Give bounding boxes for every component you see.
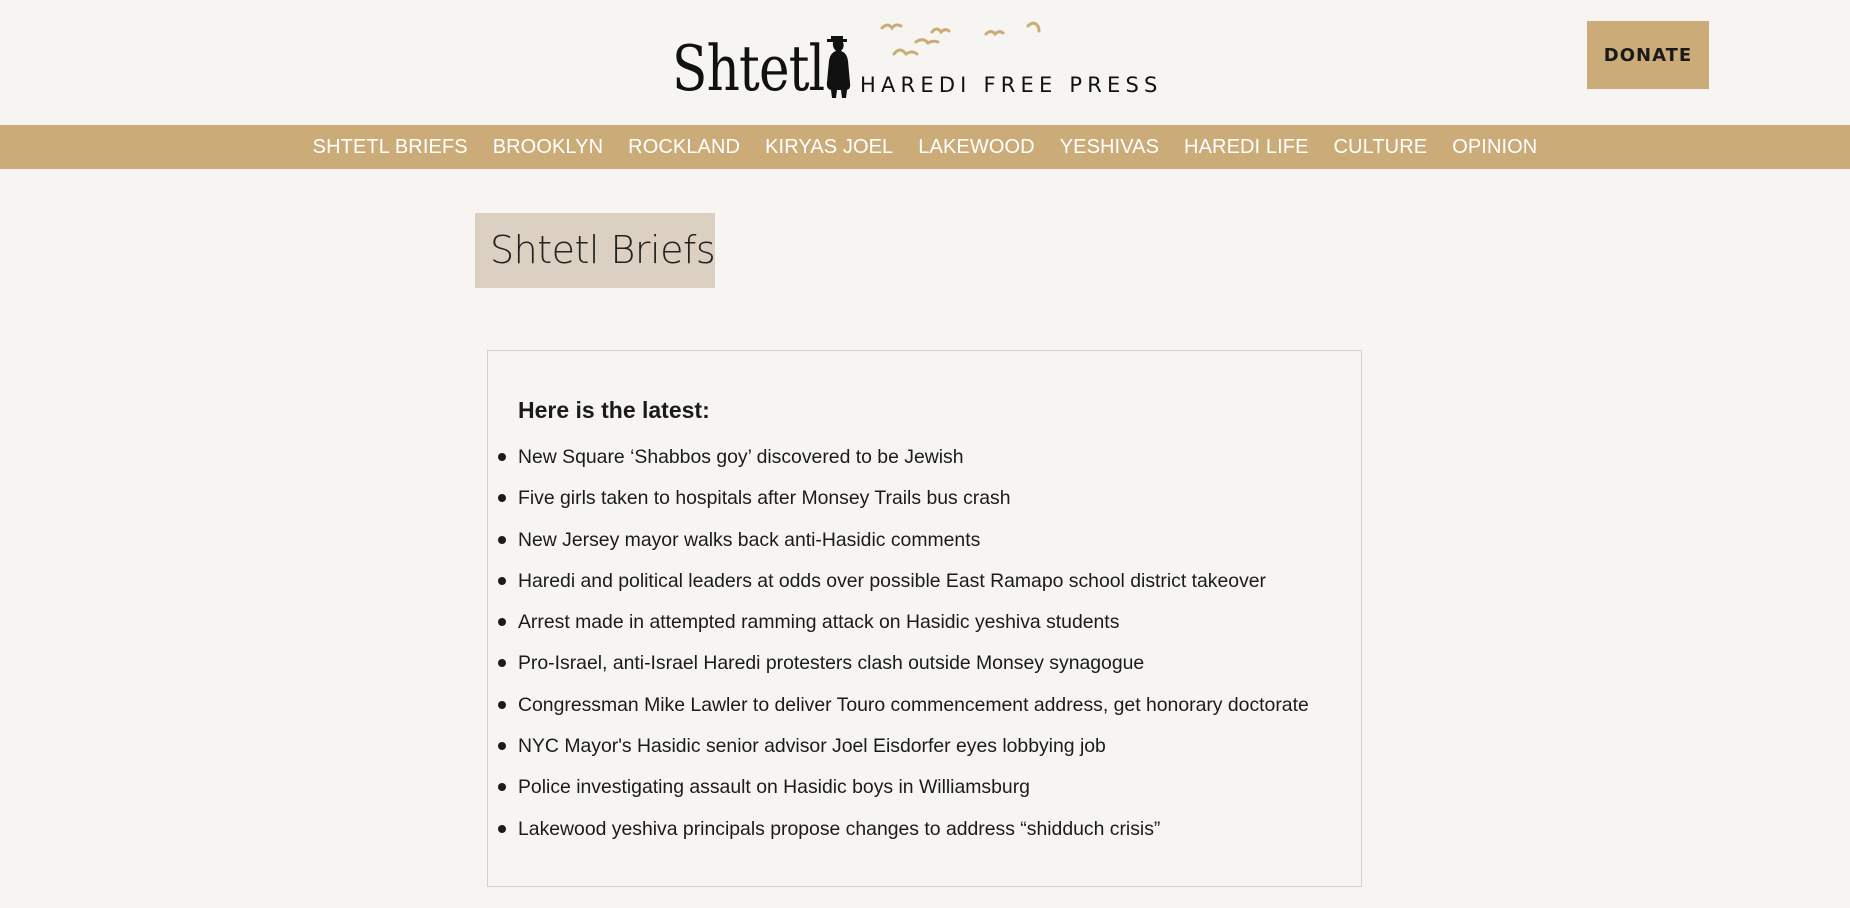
list-item: Lakewood yeshiva principals propose chan… (488, 819, 1358, 860)
nav-item-lakewood: LAKEWOOD (918, 136, 1034, 159)
hasidic-man-silhouette-icon (826, 36, 851, 98)
nav-item-opinion: OPINION (1452, 136, 1537, 159)
logo-tagline: HAREDI FREE PRESS (860, 73, 1163, 97)
brief-link[interactable]: Congressman Mike Lawler to deliver Touro… (518, 694, 1309, 716)
list-item: Pro-Israel, anti-Israel Haredi protester… (488, 653, 1358, 694)
list-item: New Jersey mayor walks back anti-Hasidic… (488, 530, 1358, 571)
flying-birds-icon (880, 21, 1041, 57)
nav-link-kiryas-joel[interactable]: KIRYAS JOEL (765, 136, 893, 158)
briefs-list: New Square ‘Shabbos goy’ discovered to b… (488, 447, 1358, 860)
nav-list: SHTETL BRIEFS BROOKLYN ROCKLAND KIRYAS J… (0, 125, 1850, 169)
bullet-icon (498, 700, 506, 709)
brief-link[interactable]: NYC Mayor's Hasidic senior advisor Joel … (518, 735, 1106, 757)
nav-link-shtetl-briefs[interactable]: SHTETL BRIEFS (313, 136, 468, 158)
nav-item-shtetl-briefs: SHTETL BRIEFS (313, 136, 468, 159)
bullet-icon (498, 742, 506, 751)
site-header: Shtetl HAREDI FREE PRESS DONATE (0, 0, 1850, 125)
nav-link-brooklyn[interactable]: BROOKLYN (493, 136, 603, 158)
brief-link[interactable]: Arrest made in attempted ramming attack … (518, 611, 1119, 633)
nav-item-kiryas-joel: KIRYAS JOEL (765, 136, 893, 159)
logo-wordmark: Shtetl (672, 32, 825, 105)
nav-link-rockland[interactable]: ROCKLAND (628, 136, 740, 158)
site-logo[interactable]: Shtetl HAREDI FREE PRESS (672, 18, 1177, 108)
list-item: NYC Mayor's Hasidic senior advisor Joel … (488, 736, 1358, 777)
main-nav: SHTETL BRIEFS BROOKLYN ROCKLAND KIRYAS J… (0, 125, 1850, 169)
list-item: Five girls taken to hospitals after Mons… (488, 488, 1358, 529)
nav-link-yeshivas[interactable]: YESHIVAS (1060, 136, 1159, 158)
list-item: Congressman Mike Lawler to deliver Touro… (488, 695, 1358, 736)
bullet-icon (498, 494, 506, 503)
list-item: Arrest made in attempted ramming attack … (488, 612, 1358, 653)
bullet-icon (498, 535, 506, 544)
bullet-icon (498, 453, 506, 461)
donate-button[interactable]: DONATE (1587, 21, 1709, 89)
briefs-heading: Here is the latest: (518, 397, 710, 423)
nav-item-haredi-life: HAREDI LIFE (1184, 136, 1308, 159)
bullet-icon (498, 659, 506, 668)
bullet-icon (498, 783, 506, 792)
brief-link[interactable]: Pro-Israel, anti-Israel Haredi protester… (518, 652, 1144, 674)
nav-item-yeshivas: YESHIVAS (1060, 136, 1159, 159)
nav-link-lakewood[interactable]: LAKEWOOD (918, 136, 1034, 158)
brief-link[interactable]: New Jersey mayor walks back anti-Hasidic… (518, 529, 980, 551)
nav-link-haredi-life[interactable]: HAREDI LIFE (1184, 136, 1308, 158)
nav-link-culture[interactable]: CULTURE (1334, 136, 1428, 158)
bullet-icon (498, 618, 506, 627)
nav-link-opinion[interactable]: OPINION (1452, 136, 1537, 158)
nav-item-culture: CULTURE (1334, 136, 1428, 159)
bullet-icon (498, 576, 506, 585)
brief-link[interactable]: Five girls taken to hospitals after Mons… (518, 487, 1011, 509)
list-item: New Square ‘Shabbos goy’ discovered to b… (488, 447, 1358, 488)
page-title: Shtetl Briefs (475, 213, 715, 288)
brief-link[interactable]: Police investigating assault on Hasidic … (518, 776, 1030, 798)
briefs-box: Here is the latest: New Square ‘Shabbos … (487, 350, 1362, 887)
nav-item-rockland: ROCKLAND (628, 136, 740, 159)
nav-item-brooklyn: BROOKLYN (493, 136, 603, 159)
brief-link[interactable]: Lakewood yeshiva principals propose chan… (518, 818, 1160, 840)
bullet-icon (498, 824, 506, 833)
list-item: Haredi and political leaders at odds ove… (488, 571, 1358, 612)
brief-link[interactable]: New Square ‘Shabbos goy’ discovered to b… (518, 446, 964, 468)
list-item: Police investigating assault on Hasidic … (488, 777, 1358, 818)
brief-link[interactable]: Haredi and political leaders at odds ove… (518, 570, 1266, 592)
